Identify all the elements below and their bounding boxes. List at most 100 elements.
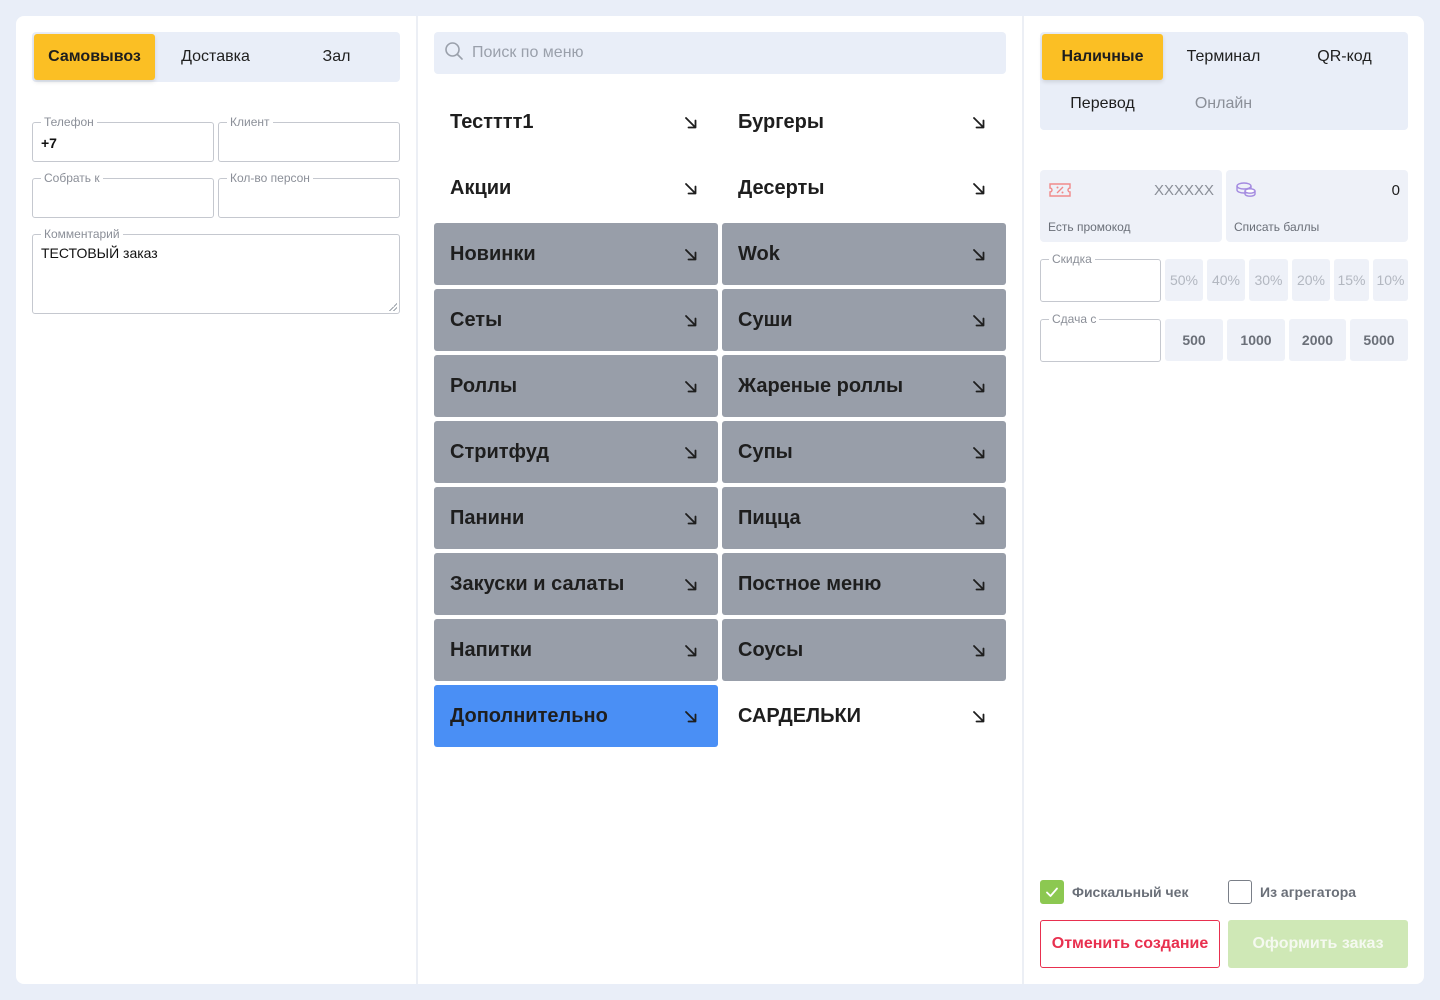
discount-20-chip[interactable]: 20%	[1292, 259, 1330, 301]
arrow-down-right-icon	[684, 575, 698, 598]
category-button[interactable]: САРДЕЛЬКИ	[722, 685, 1006, 747]
order-type-selector: Самовывоз Доставка Зал	[32, 32, 400, 82]
payment-method-selector: Наличные Терминал QR-код Перевод Онлайн	[1040, 32, 1408, 130]
arrow-down-right-icon	[972, 509, 986, 532]
order-type-pickup[interactable]: Самовывоз	[34, 34, 155, 80]
discount-30-chip[interactable]: 30%	[1249, 259, 1288, 301]
points-tile[interactable]: 0 Списать баллы	[1226, 170, 1408, 242]
change-1000-chip[interactable]: 1000	[1227, 319, 1285, 361]
arrow-down-right-icon	[972, 311, 986, 334]
fiscal-receipt-label: Фискальный чек	[1072, 884, 1189, 900]
place-order-button[interactable]: Оформить заказ	[1228, 920, 1408, 968]
category-button[interactable]: Жареные роллы	[722, 355, 1006, 417]
category-label: Суши	[738, 308, 793, 331]
category-button[interactable]: Новинки	[434, 223, 718, 285]
category-button[interactable]: Супы	[722, 421, 1006, 483]
category-button[interactable]: Пицца	[722, 487, 1006, 549]
phone-field[interactable]: Телефон +7	[32, 115, 214, 162]
discount-50-chip[interactable]: 50%	[1165, 259, 1203, 301]
change-500-chip[interactable]: 500	[1165, 319, 1223, 361]
category-button[interactable]: Десерты	[722, 157, 1006, 219]
category-label: Тестттт1	[450, 110, 534, 133]
comment-value: ТЕСТОВЫЙ заказ	[41, 245, 158, 261]
arrow-down-right-icon	[972, 113, 986, 136]
client-label: Клиент	[227, 115, 273, 129]
arrow-down-right-icon	[972, 245, 986, 268]
category-label: Панини	[450, 506, 525, 529]
payment-terminal[interactable]: Терминал	[1163, 34, 1284, 80]
category-button[interactable]: Акции	[434, 157, 718, 219]
payment-cash[interactable]: Наличные	[1042, 34, 1163, 80]
promo-placeholder: XXXXXX	[1153, 182, 1214, 199]
arrow-down-right-icon	[684, 443, 698, 466]
arrow-down-right-icon	[684, 113, 698, 136]
order-type-hall[interactable]: Зал	[276, 34, 397, 80]
order-type-delivery[interactable]: Доставка	[155, 34, 276, 80]
category-label: Сеты	[450, 308, 503, 331]
client-field[interactable]: Клиент	[218, 115, 400, 162]
promo-ticket-icon	[1048, 180, 1072, 205]
category-label: Напитки	[450, 638, 533, 661]
checkbox-box	[1228, 880, 1252, 904]
category-label: Закуски и салаты	[450, 572, 625, 595]
category-label: Бургеры	[738, 110, 824, 133]
category-label: Пицца	[738, 506, 801, 529]
promo-code-tile[interactable]: XXXXXX Есть промокод	[1040, 170, 1222, 242]
category-button[interactable]: Стритфуд	[434, 421, 718, 483]
category-label: Десерты	[738, 176, 825, 199]
category-label: Жареные роллы	[738, 374, 904, 397]
discount-10-chip[interactable]: 10%	[1373, 259, 1408, 301]
category-label: Wok	[738, 242, 780, 265]
category-button[interactable]: Закуски и салаты	[434, 553, 718, 615]
category-label: Стритфуд	[450, 440, 550, 463]
payment-qr[interactable]: QR-код	[1284, 34, 1405, 80]
coins-icon	[1234, 180, 1258, 205]
payment-transfer[interactable]: Перевод	[1042, 81, 1163, 127]
payment-online[interactable]: Онлайн	[1163, 81, 1284, 127]
category-button[interactable]: Напитки	[434, 619, 718, 681]
from-aggregator-checkbox[interactable]: Из агрегатора	[1228, 880, 1356, 904]
search-placeholder: Поиск по меню	[472, 44, 584, 61]
category-label: Акции	[450, 176, 512, 199]
collect-by-field[interactable]: Собрать к	[32, 171, 214, 218]
change-from-label: Сдача с	[1049, 312, 1100, 326]
change-from-input[interactable]: Сдача с	[1040, 312, 1161, 362]
category-button[interactable]: Суши	[722, 289, 1006, 351]
category-label: Роллы	[450, 374, 518, 397]
category-label: Соусы	[738, 638, 804, 661]
category-label: Новинки	[450, 242, 536, 265]
points-label: Списать баллы	[1234, 220, 1320, 234]
resize-handle[interactable]	[389, 303, 397, 311]
category-label: Дополнительно	[450, 704, 608, 727]
category-button[interactable]: Wok	[722, 223, 1006, 285]
menu-search-input[interactable]: Поиск по меню	[434, 32, 1006, 74]
discount-40-chip[interactable]: 40%	[1207, 259, 1245, 301]
phone-label: Телефон	[41, 115, 97, 129]
arrow-down-right-icon	[972, 641, 986, 664]
category-label: Постное меню	[738, 572, 882, 595]
change-5000-chip[interactable]: 5000	[1350, 319, 1408, 361]
category-button[interactable]: Дополнительно	[434, 685, 718, 747]
category-button[interactable]: Соусы	[722, 619, 1006, 681]
category-button[interactable]: Постное меню	[722, 553, 1006, 615]
comment-field[interactable]: Комментарий ТЕСТОВЫЙ заказ	[32, 227, 400, 314]
arrow-down-right-icon	[684, 377, 698, 400]
discount-15-chip[interactable]: 15%	[1334, 259, 1369, 301]
category-button[interactable]: Сеты	[434, 289, 718, 351]
category-button[interactable]: Тестттт1	[434, 91, 718, 153]
arrow-down-right-icon	[972, 377, 986, 400]
cancel-creation-button[interactable]: Отменить создание	[1040, 920, 1220, 968]
fiscal-receipt-checkbox[interactable]: Фискальный чек	[1040, 880, 1188, 904]
category-button[interactable]: Бургеры	[722, 91, 1006, 153]
change-2000-chip[interactable]: 2000	[1289, 319, 1346, 361]
column-divider	[416, 16, 418, 984]
check-icon	[1040, 880, 1064, 904]
discount-input[interactable]: Скидка	[1040, 252, 1161, 302]
category-button[interactable]: Панини	[434, 487, 718, 549]
phone-value: +7	[41, 135, 57, 151]
arrow-down-right-icon	[684, 641, 698, 664]
persons-field[interactable]: Кол-во персон	[218, 171, 400, 218]
category-button[interactable]: Роллы	[434, 355, 718, 417]
persons-label: Кол-во персон	[227, 171, 313, 185]
search-icon	[444, 41, 464, 66]
